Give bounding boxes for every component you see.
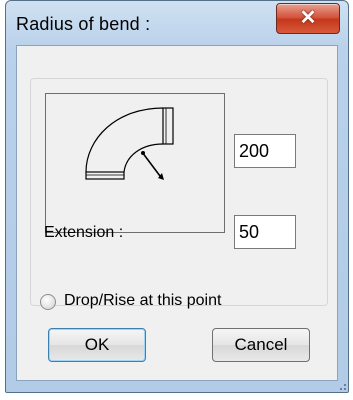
dialog-client-area: Extension : Drop/Rise at this point OK C…	[16, 45, 338, 381]
window-title: Radius of bend :	[16, 14, 151, 34]
bend-preview-image	[45, 93, 225, 233]
dialog-window: Radius of bend : ✕ 200 Extension: 50 Dr…	[5, 0, 349, 393]
extension-input[interactable]	[234, 215, 296, 249]
close-button[interactable]: ✕	[276, 3, 340, 34]
drop-rise-label[interactable]: Drop/Rise at this point	[64, 292, 221, 310]
ok-button[interactable]: OK	[48, 328, 146, 362]
radius-input[interactable]	[234, 134, 296, 168]
bend-settings-group: Extension :	[30, 78, 328, 306]
resize-grip-icon[interactable]	[334, 378, 348, 392]
extension-label: Extension :	[44, 224, 124, 241]
title-bar[interactable]: Radius of bend : ✕	[6, 1, 348, 47]
close-icon: ✕	[299, 7, 317, 29]
drop-rise-radio[interactable]	[40, 294, 56, 310]
elbow-bend-diagram-icon	[85, 107, 174, 180]
cancel-button[interactable]: Cancel	[212, 328, 310, 362]
